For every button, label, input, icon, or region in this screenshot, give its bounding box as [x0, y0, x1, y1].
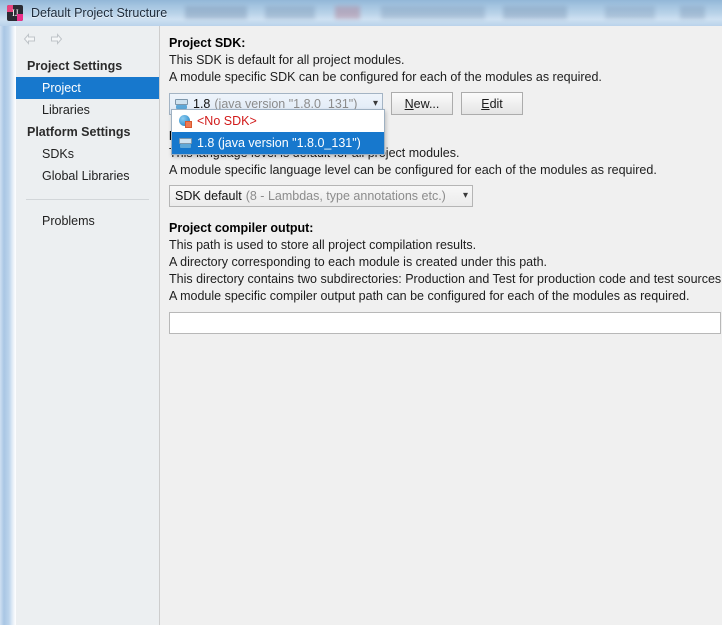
arrow-right-icon[interactable] — [48, 32, 64, 46]
dialog-body: Project Settings Project Libraries Platf… — [16, 26, 722, 625]
sidebar-item-sdks[interactable]: SDKs — [16, 143, 159, 165]
sidebar-group-project-settings: Project Settings — [16, 55, 159, 77]
project-sdk-desc-2: A module specific SDK can be configured … — [169, 69, 722, 86]
sidebar-item-global-libraries[interactable]: Global Libraries — [16, 165, 159, 187]
project-sdk-desc-1: This SDK is default for all project modu… — [169, 52, 722, 69]
default-project-structure-dialog: IJ Default Project Structure Project S — [0, 0, 722, 625]
jdk-icon — [175, 98, 188, 110]
project-sdk-dropdown-popup[interactable]: <No SDK> 1.8 (java version "1.8.0_131") — [171, 109, 385, 155]
sdk-option-no-sdk[interactable]: <No SDK> — [172, 110, 384, 132]
jdk-icon — [179, 137, 192, 149]
project-compiler-output-desc-1: This path is used to store all project c… — [169, 237, 722, 254]
arrow-left-icon[interactable] — [22, 32, 38, 46]
project-compiler-output-row — [169, 305, 721, 334]
sidebar-navigation — [16, 26, 159, 52]
sdk-option-jdk-18-label: 1.8 (java version "1.8.0_131") — [197, 136, 361, 150]
project-language-level-desc-2: A module specific language level can be … — [169, 162, 722, 179]
settings-tree: Project Settings Project Libraries Platf… — [16, 52, 159, 232]
new-sdk-button[interactable]: New... — [391, 92, 453, 115]
project-settings-panel: Project SDK: This SDK is default for all… — [160, 26, 722, 625]
sdk-option-no-sdk-label: <No SDK> — [197, 114, 257, 128]
settings-sidebar: Project Settings Project Libraries Platf… — [16, 26, 160, 625]
no-sdk-globe-icon — [179, 115, 192, 128]
project-compiler-output-title: Project compiler output: — [169, 220, 722, 237]
sidebar-item-project[interactable]: Project — [16, 77, 159, 99]
chevron-down-icon[interactable]: ▾ — [367, 99, 378, 109]
project-compiler-output-desc-3: This directory contains two subdirectori… — [169, 271, 722, 288]
sidebar-divider — [26, 199, 149, 200]
intellij-idea-icon: IJ — [7, 5, 23, 21]
project-language-level-row: SDK default (8 - Lambdas, type annotatio… — [169, 185, 722, 207]
dialog-titlebar[interactable]: IJ Default Project Structure — [0, 0, 722, 26]
chevron-down-icon[interactable]: ▾ — [457, 191, 468, 201]
edit-sdk-button[interactable]: Edit — [461, 92, 523, 115]
project-sdk-title: Project SDK: — [169, 35, 722, 52]
sidebar-group-platform-settings: Platform Settings — [16, 121, 159, 143]
sidebar-item-libraries[interactable]: Libraries — [16, 99, 159, 121]
project-compiler-output-path-input[interactable] — [169, 312, 721, 334]
project-compiler-output-desc-2: A directory corresponding to each module… — [169, 254, 722, 271]
sidebar-item-problems[interactable]: Problems — [16, 210, 159, 232]
project-compiler-output-desc-4: A module specific compiler output path c… — [169, 288, 722, 305]
language-level-combo-value: SDK default — [175, 189, 242, 203]
language-level-combo-detail: (8 - Lambdas, type annotations etc.) — [246, 189, 446, 203]
window-title: Default Project Structure — [31, 6, 167, 20]
sdk-option-jdk-18[interactable]: 1.8 (java version "1.8.0_131") — [172, 132, 384, 154]
project-language-level-combobox[interactable]: SDK default (8 - Lambdas, type annotatio… — [169, 185, 473, 207]
